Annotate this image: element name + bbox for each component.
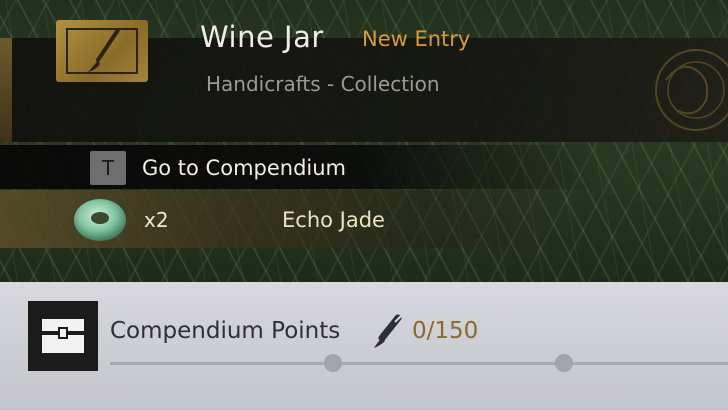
- compendium-points-value: 0/150: [412, 318, 479, 344]
- reward-item-name: Echo Jade: [282, 208, 385, 232]
- compendium-points-label: Compendium Points: [110, 318, 341, 344]
- entry-category: Handicrafts - Collection: [206, 72, 440, 96]
- new-entry-badge: New Entry: [362, 27, 471, 51]
- chest-icon: [28, 301, 98, 371]
- progress-milestone-node: [324, 354, 342, 372]
- brush-icon: [374, 314, 402, 348]
- compendium-points-bar: [0, 282, 728, 410]
- points-progress-track: [110, 362, 728, 365]
- key-hint-t[interactable]: T: [90, 151, 126, 185]
- brush-frame-icon: [56, 20, 148, 82]
- jade-ring-icon: [74, 199, 126, 241]
- progress-milestone-node: [555, 354, 573, 372]
- entry-title: Wine Jar: [200, 20, 324, 54]
- banner-accent-bar: [0, 38, 12, 142]
- reward-quantity: x2: [144, 208, 169, 232]
- emblem-icon: [655, 49, 728, 131]
- go-to-compendium-label[interactable]: Go to Compendium: [142, 156, 346, 180]
